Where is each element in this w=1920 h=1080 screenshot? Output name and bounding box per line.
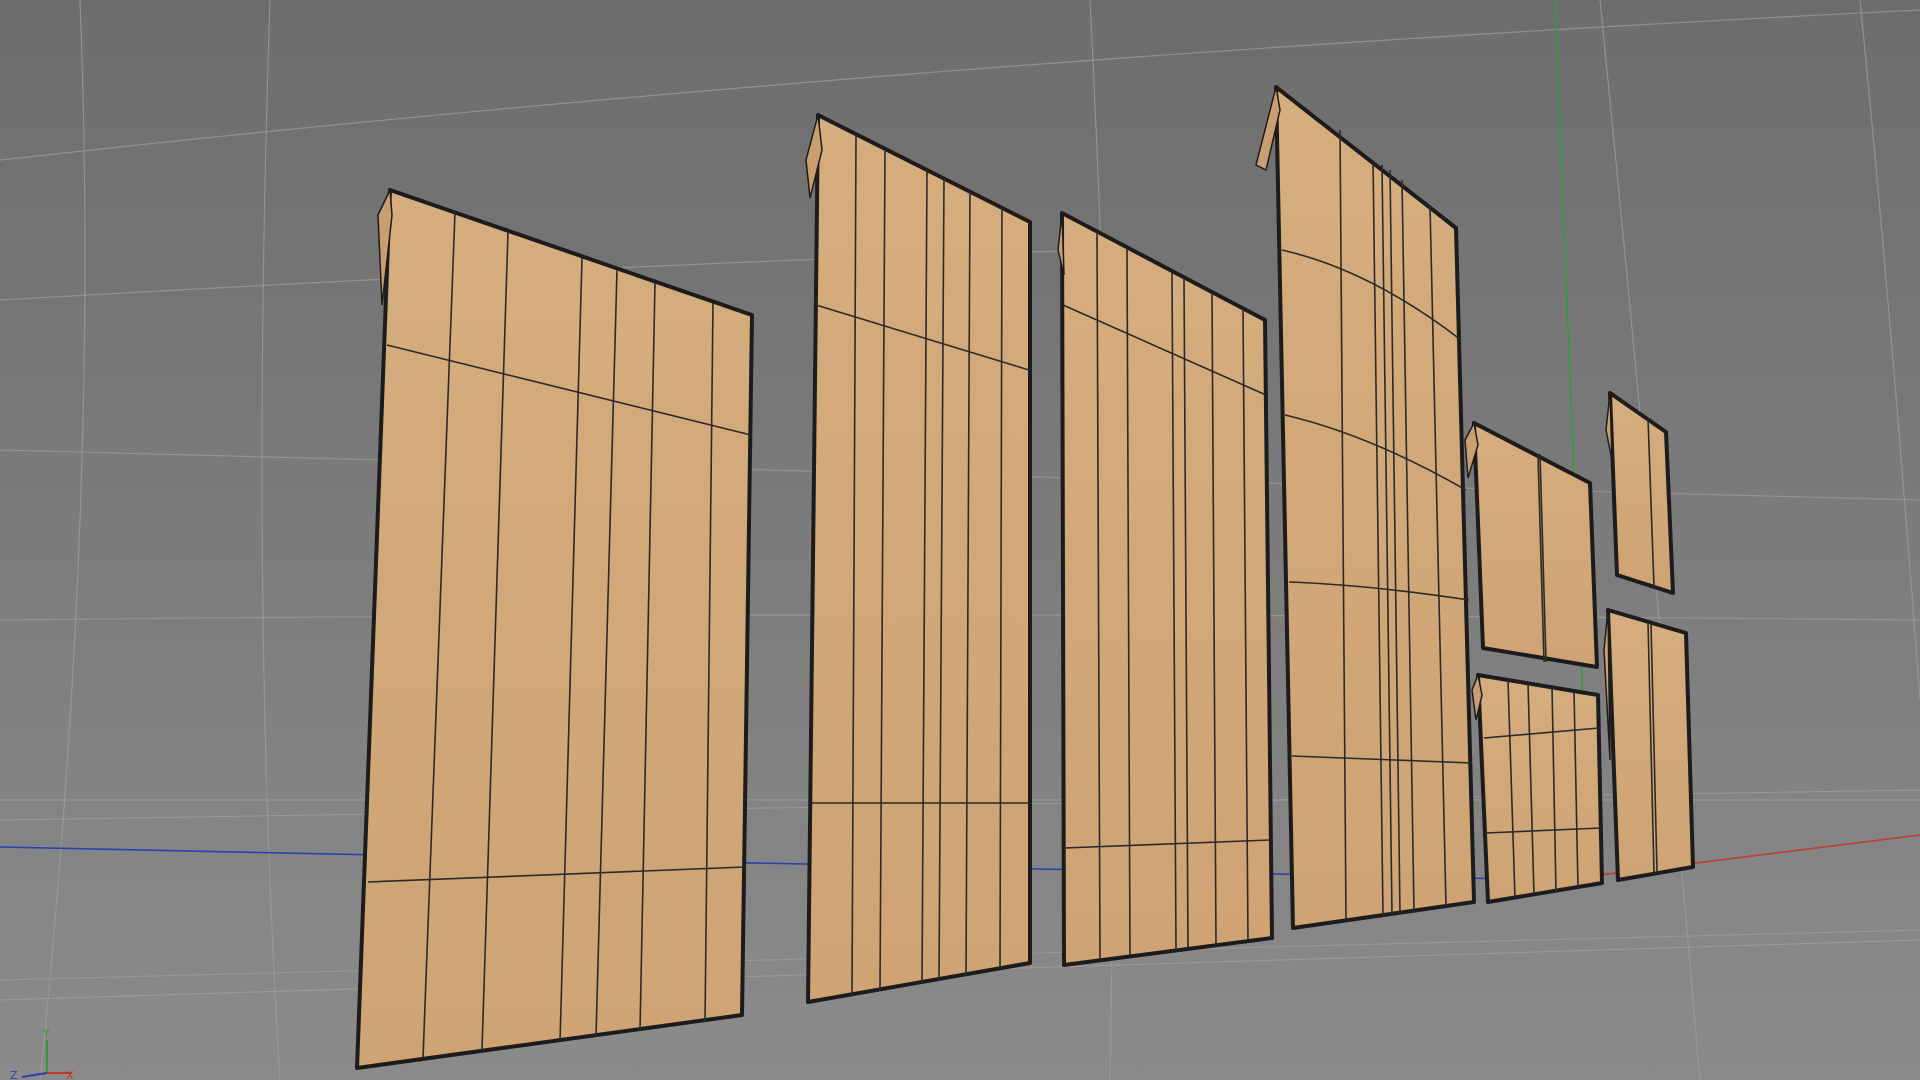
panel-7[interactable] <box>1471 672 1604 904</box>
axis-gizmo-x-label: X <box>66 1069 74 1080</box>
panel-8[interactable] <box>1603 608 1695 882</box>
axis-gizmo-z-label: Z <box>10 1069 18 1080</box>
3d-viewport[interactable]: Y X Z <box>0 0 1920 1080</box>
panel-2[interactable] <box>805 113 1032 1004</box>
viewport-canvas[interactable]: Y X Z <box>0 0 1920 1080</box>
panel-3[interactable] <box>1057 211 1274 967</box>
panel-1[interactable] <box>355 187 754 1070</box>
axis-gizmo-y-label: Y <box>42 1027 50 1040</box>
